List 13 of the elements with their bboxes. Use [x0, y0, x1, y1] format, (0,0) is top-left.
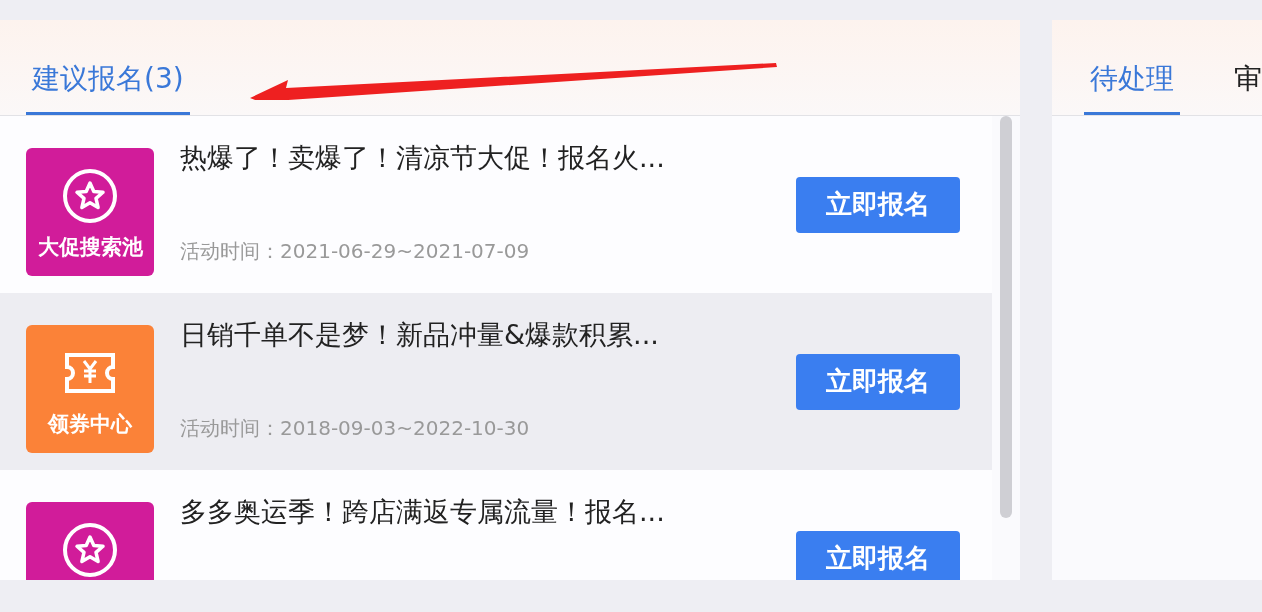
- activity-title: 日销千单不是梦！新品冲量&爆款积累...: [180, 318, 660, 352]
- activity-date: 活动时间：2021-06-29~2021-07-09: [180, 238, 531, 265]
- activity-title: 多多奥运季！跨店满返专属流量！报名...: [180, 495, 666, 529]
- signup-button[interactable]: 立即报名: [796, 353, 960, 410]
- signup-button[interactable]: 立即报名: [796, 530, 960, 580]
- tile-label: 领券中心: [48, 411, 132, 438]
- tile-label: 大促搜索池: [37, 234, 143, 261]
- signup-button[interactable]: 立即报名: [796, 176, 960, 233]
- scrollbar[interactable]: [1000, 116, 1012, 518]
- activity-date: 活动时间：2018-09-03~2022-10-30: [180, 415, 531, 442]
- tab[interactable]: 审: [1228, 61, 1262, 115]
- activity-title: 热爆了！卖爆了！清凉节大促！报名火...: [180, 141, 666, 175]
- tab[interactable]: 待处理: [1084, 61, 1180, 115]
